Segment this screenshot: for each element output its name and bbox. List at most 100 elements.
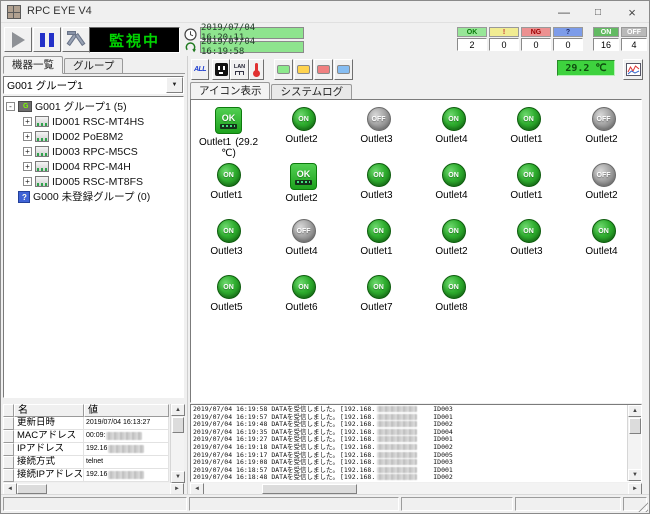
row-selector[interactable]: [3, 456, 14, 469]
outlet-cell[interactable]: OFF Outlet4: [266, 219, 341, 275]
tree-item[interactable]: + ID005 RSC-MT8FS: [6, 174, 183, 189]
tree-expand-toggle[interactable]: +: [23, 177, 32, 186]
minimize-button[interactable]: —: [547, 1, 581, 23]
tab-icon-view[interactable]: アイコン表示: [190, 82, 270, 100]
outlet-cell[interactable]: OK Outlet1(29.2 ℃): [191, 107, 266, 163]
filter-red-button[interactable]: [314, 59, 333, 80]
scroll-up-button[interactable]: ▲: [628, 405, 642, 417]
outlet-state-icon[interactable]: ON: [442, 163, 466, 187]
maximize-button[interactable]: □: [581, 1, 615, 23]
outlet-state-icon[interactable]: OK: [290, 163, 317, 190]
outlet-state-icon[interactable]: ON: [292, 275, 316, 299]
scroll-thumb[interactable]: [262, 484, 357, 494]
group-select[interactable]: G001 グループ1 ▼: [3, 76, 184, 94]
row-selector[interactable]: [3, 443, 14, 456]
outlet-state-icon[interactable]: ON: [217, 275, 241, 299]
outlet-cell[interactable]: ON Outlet7: [341, 275, 416, 331]
outlet-cell[interactable]: ON Outlet3: [491, 219, 566, 275]
outlet-cell[interactable]: ON Outlet1: [341, 219, 416, 275]
outlet-state-icon[interactable]: OFF: [592, 107, 616, 131]
filter-yellow-button[interactable]: [294, 59, 313, 80]
tab-system-log[interactable]: システムログ: [271, 84, 352, 99]
tree-item[interactable]: + ID004 RPC-M4H: [6, 159, 183, 174]
outlet-state-icon[interactable]: ON: [517, 107, 541, 131]
scroll-down-button[interactable]: ▼: [628, 469, 642, 481]
tree-item[interactable]: + ID003 RPC-M5CS: [6, 144, 183, 159]
outlet-state-icon[interactable]: OK: [215, 107, 242, 134]
outlet-cell[interactable]: ON Outlet2: [416, 219, 491, 275]
outlet-state-icon[interactable]: ON: [517, 219, 541, 243]
outlet-state-icon[interactable]: ON: [367, 219, 391, 243]
outlet-cell[interactable]: ON Outlet6: [266, 275, 341, 331]
scroll-up-button[interactable]: ▲: [171, 404, 185, 416]
combo-dropdown-button[interactable]: ▼: [166, 77, 183, 93]
props-header-value[interactable]: 値: [84, 404, 169, 417]
outlet-state-icon[interactable]: ON: [442, 219, 466, 243]
settings-button[interactable]: [62, 27, 90, 52]
outlet-cell[interactable]: ON Outlet4: [416, 107, 491, 163]
outlet-cell[interactable]: ON Outlet1: [191, 163, 266, 219]
property-value-text: 2019/07/04 16:13:27: [86, 417, 150, 429]
log-vertical-scrollbar[interactable]: ▲ ▼: [627, 405, 641, 481]
scroll-thumb[interactable]: [17, 484, 47, 494]
outlet-state-label: OFF: [597, 172, 611, 179]
outlet-cell[interactable]: OFF Outlet2: [566, 107, 641, 163]
tree-item[interactable]: + ID001 RSC-MT4HS: [6, 114, 183, 129]
outlet-state-icon[interactable]: ON: [217, 163, 241, 187]
props-header-name[interactable]: 名: [14, 404, 84, 417]
outlet-cell[interactable]: ON Outlet1: [491, 163, 566, 219]
show-all-button[interactable]: ALL: [191, 59, 209, 80]
pause-monitoring-button[interactable]: [33, 27, 61, 52]
close-button[interactable]: ×: [615, 1, 649, 23]
tree-expand-toggle[interactable]: +: [23, 147, 32, 156]
outlet-cell[interactable]: OK Outlet2: [266, 163, 341, 219]
outlet-cell[interactable]: ON Outlet4: [566, 219, 641, 275]
outlet-state-icon[interactable]: ON: [367, 163, 391, 187]
outlet-cell[interactable]: ON Outlet4: [416, 163, 491, 219]
outlet-state-icon[interactable]: ON: [217, 219, 241, 243]
temperature-view-button[interactable]: [249, 59, 264, 80]
outlet-state-icon[interactable]: ON: [292, 107, 316, 131]
temperature-graph-button[interactable]: [623, 59, 643, 80]
tree-item[interactable]: + ID002 PoE8M2: [6, 129, 183, 144]
scroll-down-button[interactable]: ▼: [171, 471, 185, 483]
outlet-cell[interactable]: ON Outlet2: [266, 107, 341, 163]
start-monitoring-button[interactable]: [4, 27, 32, 52]
tab-device-list[interactable]: 機器一覧: [3, 56, 63, 74]
outlet-state-icon[interactable]: OFF: [292, 219, 316, 243]
outlet-state-icon[interactable]: ON: [442, 107, 466, 131]
outlet-state-icon[interactable]: OFF: [592, 163, 616, 187]
tab-group[interactable]: グループ: [64, 58, 123, 73]
outlet-cell[interactable]: ON Outlet1: [491, 107, 566, 163]
tree-node-icon: [35, 116, 49, 127]
row-selector[interactable]: [3, 417, 14, 430]
tree-expand-toggle[interactable]: +: [23, 132, 32, 141]
tree-item[interactable]: - G001 グループ1 (5): [6, 99, 183, 114]
tree-expand-toggle[interactable]: +: [23, 117, 32, 126]
tree-expand-toggle[interactable]: -: [6, 102, 15, 111]
scroll-thumb[interactable]: [172, 417, 184, 433]
outlet-cell[interactable]: ON Outlet3: [191, 219, 266, 275]
outlet-state-icon[interactable]: OFF: [367, 107, 391, 131]
filter-green-button[interactable]: [274, 59, 293, 80]
outlet-cell[interactable]: ON Outlet3: [341, 163, 416, 219]
outlet-cell[interactable]: ON Outlet8: [416, 275, 491, 331]
row-selector[interactable]: [3, 469, 14, 482]
outlet-state-icon[interactable]: ON: [367, 275, 391, 299]
props-vertical-scrollbar[interactable]: ▲ ▼: [170, 404, 184, 483]
outlet-cell[interactable]: OFF Outlet3: [341, 107, 416, 163]
tree-item[interactable]: G000 未登録グループ (0): [6, 189, 183, 204]
tree-expand-toggle[interactable]: +: [23, 162, 32, 171]
outlet-cell[interactable]: OFF Outlet2: [566, 163, 641, 219]
outlet-label: Outlet3: [510, 246, 546, 257]
outlet-state-icon[interactable]: ON: [517, 163, 541, 187]
outlet-state-icon[interactable]: ON: [442, 275, 466, 299]
outlet-view-button[interactable]: [212, 59, 230, 80]
outlet-state-icon[interactable]: ON: [592, 219, 616, 243]
outlet-cell[interactable]: ON Outlet5: [191, 275, 266, 331]
filter-blue-button[interactable]: [334, 59, 353, 80]
lan-view-button[interactable]: LAN: [230, 59, 249, 80]
row-selector[interactable]: [3, 430, 14, 443]
titlebar[interactable]: RPC EYE V4 — □ ×: [1, 1, 649, 23]
scroll-thumb[interactable]: [629, 418, 641, 434]
